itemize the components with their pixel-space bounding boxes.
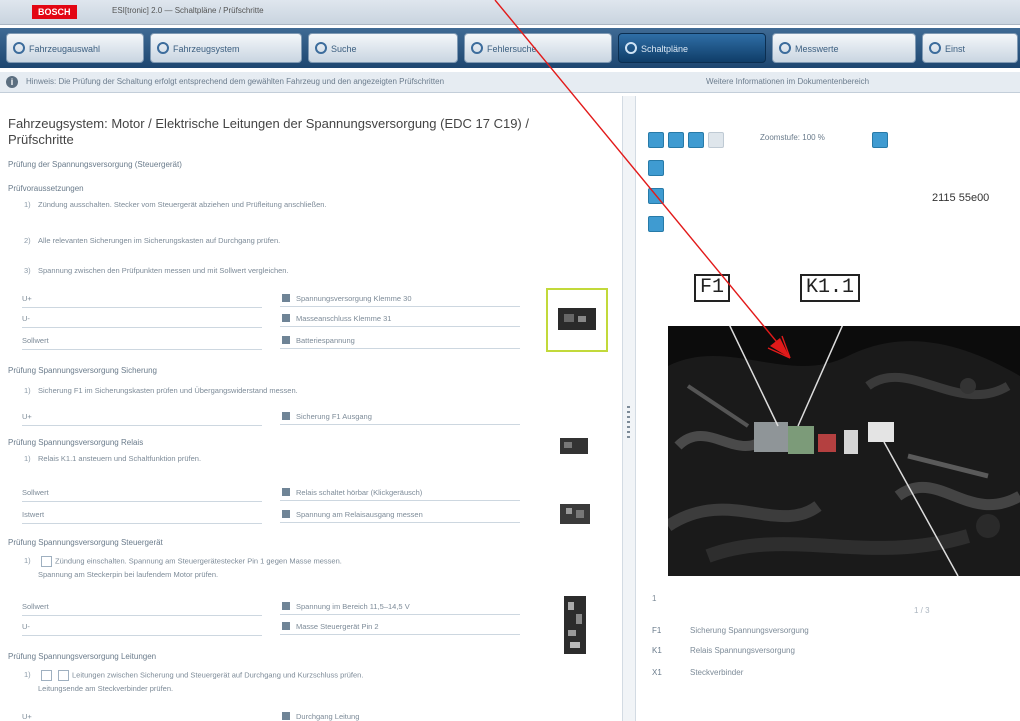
- thumbnail-image-icon: [560, 438, 588, 454]
- info-bar: i Hinweis: Die Prüfung der Schaltung erf…: [0, 72, 1020, 93]
- measure-icon: [282, 602, 290, 610]
- tab-vehicle-system[interactable]: Fahrzeugsystem: [150, 33, 302, 63]
- step-line: 1) Zündung ausschalten. Stecker vom Steue…: [24, 200, 327, 209]
- measurement-row: U+ Durchgang Leitung: [22, 708, 522, 721]
- step-line: Spannung am Steckerpin bei laufendem Mot…: [38, 570, 219, 579]
- measurement-link[interactable]: Sicherung F1 Ausgang: [280, 408, 520, 425]
- fit-page-button[interactable]: [688, 132, 704, 148]
- step-line: 1) Zündung einschalten. Spannung am Steue…: [24, 556, 342, 567]
- window-title: ESI[tronic] 2.0 — Schaltpläne / Prüfschr…: [112, 6, 264, 15]
- measure-icon: [282, 294, 290, 302]
- title-bar: BOSCH ESI[tronic] 2.0 — Schaltpläne / Pr…: [0, 0, 1020, 25]
- step-line: Leitungsende am Steckverbinder prüfen.: [38, 684, 174, 693]
- measurement-row: U+ Spannungsversorgung Klemme 30: [22, 290, 522, 308]
- tab-search[interactable]: Suche: [308, 33, 458, 63]
- engine-bay-image-icon: [668, 326, 1020, 576]
- rotate-button[interactable]: [648, 160, 664, 176]
- measure-icon: [282, 510, 290, 518]
- legend-row: K1 Relais Spannungsversorgung: [652, 646, 795, 655]
- thumbnail-image-icon: [560, 504, 590, 524]
- pane-splitter[interactable]: [622, 96, 636, 721]
- step-line: 2) Alle relevanten Sicherungen im Sicheru…: [24, 236, 281, 245]
- measurement-link[interactable]: Spannungsversorgung Klemme 30: [280, 290, 520, 307]
- measure-icon: [282, 488, 290, 496]
- thumbnail[interactable]: [546, 426, 604, 466]
- legend-index: 1: [652, 594, 657, 603]
- section-heading: Prüfung Spannungsversorgung Leitungen: [8, 652, 157, 661]
- main-navigation: Fahrzeugauswahl Fahrzeugsystem Suche Feh…: [0, 28, 1020, 68]
- bosch-logo: BOSCH: [32, 5, 77, 19]
- measurement-row: U- Masseanschluss Klemme 31: [22, 310, 522, 328]
- document-id: 2115 55e00: [932, 192, 990, 204]
- page-title: Fahrzeugsystem: Motor / Elektrische Leit…: [8, 116, 529, 147]
- splitter-grip-icon: [627, 406, 630, 440]
- thumbnail[interactable]: [546, 496, 604, 532]
- info-text-right: Weitere Informationen im Dokumentenberei…: [706, 77, 870, 86]
- gauge-icon: [779, 42, 791, 54]
- list-icon: [471, 42, 483, 54]
- callout-label: K1.1: [800, 274, 861, 302]
- section-heading: Prüfvoraussetzungen: [8, 184, 84, 193]
- document-thumbnails: [538, 96, 612, 721]
- measure-icon: [282, 336, 290, 344]
- measure-icon: [282, 314, 290, 322]
- legend-row: X1 Steckverbinder: [652, 668, 744, 677]
- measure-icon: [282, 712, 290, 720]
- zoom-label: Zoomstufe: 100 %: [760, 133, 825, 142]
- page-indicator: 1 / 3: [914, 606, 930, 615]
- page-subtitle: Prüfung der Spannungsversorgung (Steuerg…: [8, 160, 182, 169]
- help-button[interactable]: [648, 216, 664, 232]
- info-text: Hinweis: Die Prüfung der Schaltung erfol…: [26, 77, 445, 86]
- measurement-row: Sollwert Batteriespannung: [22, 332, 522, 350]
- step-line: 1) Relais K1.1 ansteuern und Schaltfunkti…: [24, 454, 202, 463]
- zoom-dropdown-button[interactable]: [872, 132, 888, 148]
- step-line: 1) Sicherung F1 im Sicherungskasten prüfe…: [24, 386, 298, 395]
- tab-troubleshooting[interactable]: Fehlersuche: [464, 33, 612, 63]
- callout-label: F1: [694, 274, 731, 302]
- measurement-row: U- Masse Steuergerät Pin 2: [22, 618, 522, 636]
- measurement-link[interactable]: Durchgang Leitung: [280, 708, 520, 721]
- tab-wiring-diagrams[interactable]: Schaltpläne: [618, 33, 766, 63]
- tab-measured-values[interactable]: Messwerte: [772, 33, 916, 63]
- measurement-row: Sollwert Spannung im Bereich 11,5–14,5 V: [22, 598, 522, 616]
- section-heading: Prüfung Spannungsversorgung Relais: [8, 438, 144, 447]
- measurement-link[interactable]: Spannung im Bereich 11,5–14,5 V: [280, 598, 520, 615]
- measurement-link[interactable]: Batteriespannung: [280, 332, 520, 349]
- measure-icon: [282, 622, 290, 630]
- measure-icon: [282, 412, 290, 420]
- component-photo: [668, 326, 1020, 576]
- step-line: 1) Leitungen zwischen Sicherung und Steue…: [24, 670, 364, 681]
- system-icon: [157, 42, 169, 54]
- measurement-link[interactable]: Relais schaltet hörbar (Klickgeräusch): [280, 484, 520, 501]
- thumbnail-image-icon: [564, 596, 586, 654]
- section-heading: Prüfung Spannungsversorgung Steuergerät: [8, 538, 163, 547]
- wrench-icon: [625, 42, 637, 54]
- thumbnail-selected[interactable]: [546, 288, 608, 352]
- download-button[interactable]: [648, 188, 664, 204]
- tab-settings[interactable]: Einst: [922, 33, 1018, 63]
- measurement-row: Sollwert Relais schaltet hörbar (Klickge…: [22, 484, 522, 502]
- document-viewer: Zoomstufe: 100 % 2115 55e00 F1 K1.1 1 1 …: [636, 96, 1020, 721]
- thumbnail[interactable]: [546, 592, 604, 658]
- measurement-link[interactable]: Spannung am Relaisausgang messen: [280, 506, 520, 523]
- test-steps-pane: Fahrzeugsystem: Motor / Elektrische Leit…: [0, 96, 622, 721]
- measurement-link[interactable]: Masse Steuergerät Pin 2: [280, 618, 520, 635]
- legend-row: F1 Sicherung Spannungsversorgung: [652, 626, 809, 635]
- section-heading: Prüfung Spannungsversorgung Sicherung: [8, 366, 157, 375]
- info-icon: i: [6, 76, 18, 88]
- tab-vehicle-selection[interactable]: Fahrzeugauswahl: [6, 33, 144, 63]
- print-button[interactable]: [708, 132, 724, 148]
- measurement-row: U+ Sicherung F1 Ausgang: [22, 408, 522, 426]
- measurement-row: Istwert Spannung am Relaisausgang messen: [22, 506, 522, 524]
- step-line: 3) Spannung zwischen den Prüfpunkten mess…: [24, 266, 289, 275]
- thumbnail-image-icon: [558, 308, 596, 330]
- measurement-link[interactable]: Masseanschluss Klemme 31: [280, 310, 520, 327]
- zoom-in-button[interactable]: [648, 132, 664, 148]
- car-icon: [13, 42, 25, 54]
- settings-icon: [929, 42, 941, 54]
- zoom-out-button[interactable]: [668, 132, 684, 148]
- search-icon: [315, 42, 327, 54]
